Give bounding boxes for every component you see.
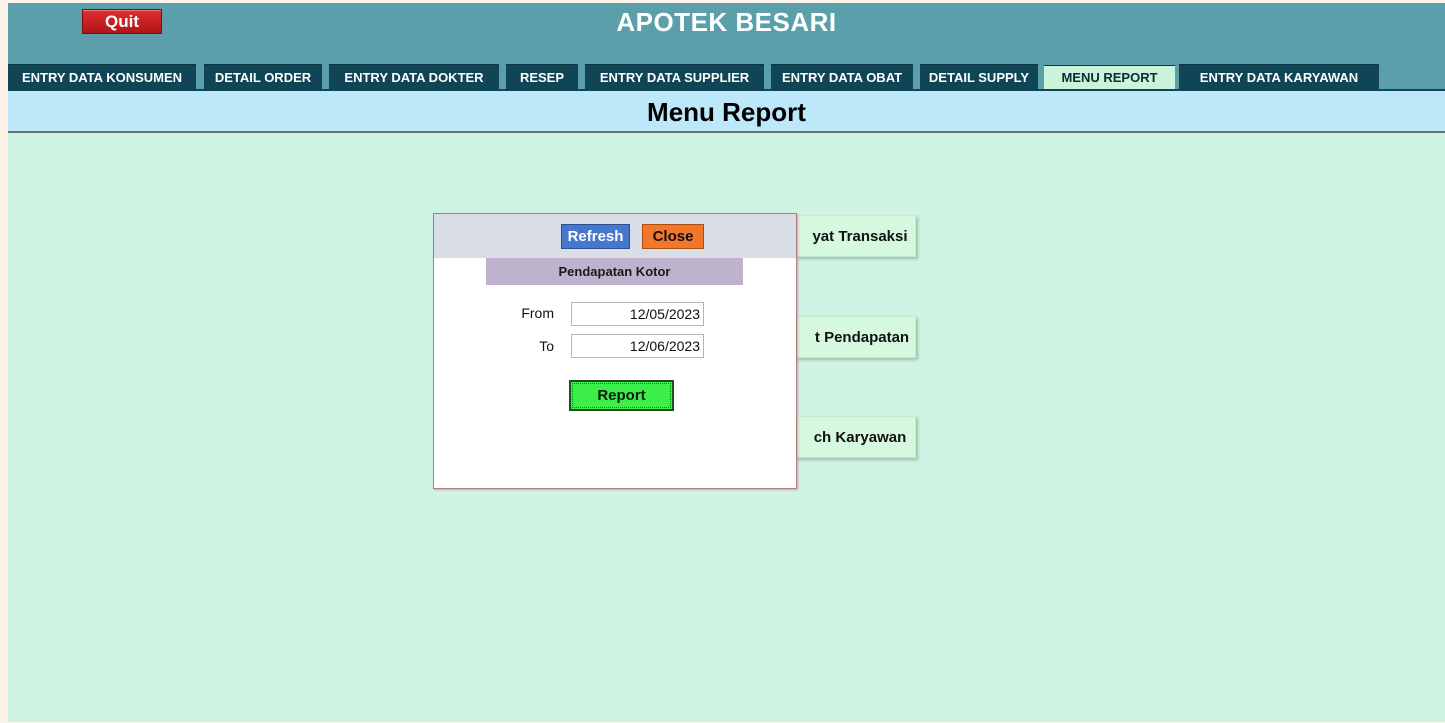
tab-entry-data-obat[interactable]: ENTRY DATA OBAT — [771, 64, 913, 89]
from-date-field[interactable] — [571, 302, 704, 326]
tab-detail-order[interactable]: DETAIL ORDER — [204, 64, 322, 89]
tab-detail-supply[interactable]: DETAIL SUPPLY — [920, 64, 1038, 89]
app-window: Quit APOTEK BESARI ENTRY DATA KONSUMEN D… — [8, 3, 1445, 722]
refresh-button[interactable]: Refresh — [561, 224, 630, 249]
to-label: To — [539, 338, 554, 354]
tab-menu-report[interactable]: MENU REPORT — [1044, 65, 1175, 89]
page-header: Menu Report — [8, 89, 1445, 133]
close-button[interactable]: Close — [642, 224, 704, 249]
page-title: Menu Report — [647, 97, 806, 127]
tab-bar: ENTRY DATA KONSUMEN DETAIL ORDER ENTRY D… — [8, 61, 1445, 89]
to-date-field[interactable] — [571, 334, 704, 358]
pendapatan-kotor-dialog: Refresh Close Pendapatan Kotor From To R… — [433, 213, 797, 489]
tab-entry-data-karyawan[interactable]: ENTRY DATA KARYAWAN — [1179, 64, 1379, 89]
tab-entry-data-dokter[interactable]: ENTRY DATA DOKTER — [329, 64, 499, 89]
app-title: APOTEK BESARI — [616, 7, 837, 37]
dialog-subtitle: Pendapatan Kotor — [486, 258, 743, 285]
laporan-pendapatan-label: t Pendapatan — [814, 328, 910, 346]
tab-entry-data-supplier[interactable]: ENTRY DATA SUPPLIER — [585, 64, 764, 89]
gaji-karyawan-label: ch Karyawan — [813, 428, 907, 446]
tab-resep[interactable]: RESEP — [506, 64, 578, 89]
dialog-toolbar: Refresh Close — [434, 214, 796, 258]
from-label: From — [521, 305, 554, 321]
top-bar: Quit APOTEK BESARI — [8, 3, 1445, 61]
report-button[interactable]: Report — [569, 380, 674, 411]
riwayat-transaksi-label: yat Transaksi — [812, 227, 908, 245]
tab-entry-data-konsumen[interactable]: ENTRY DATA KONSUMEN — [8, 64, 196, 89]
